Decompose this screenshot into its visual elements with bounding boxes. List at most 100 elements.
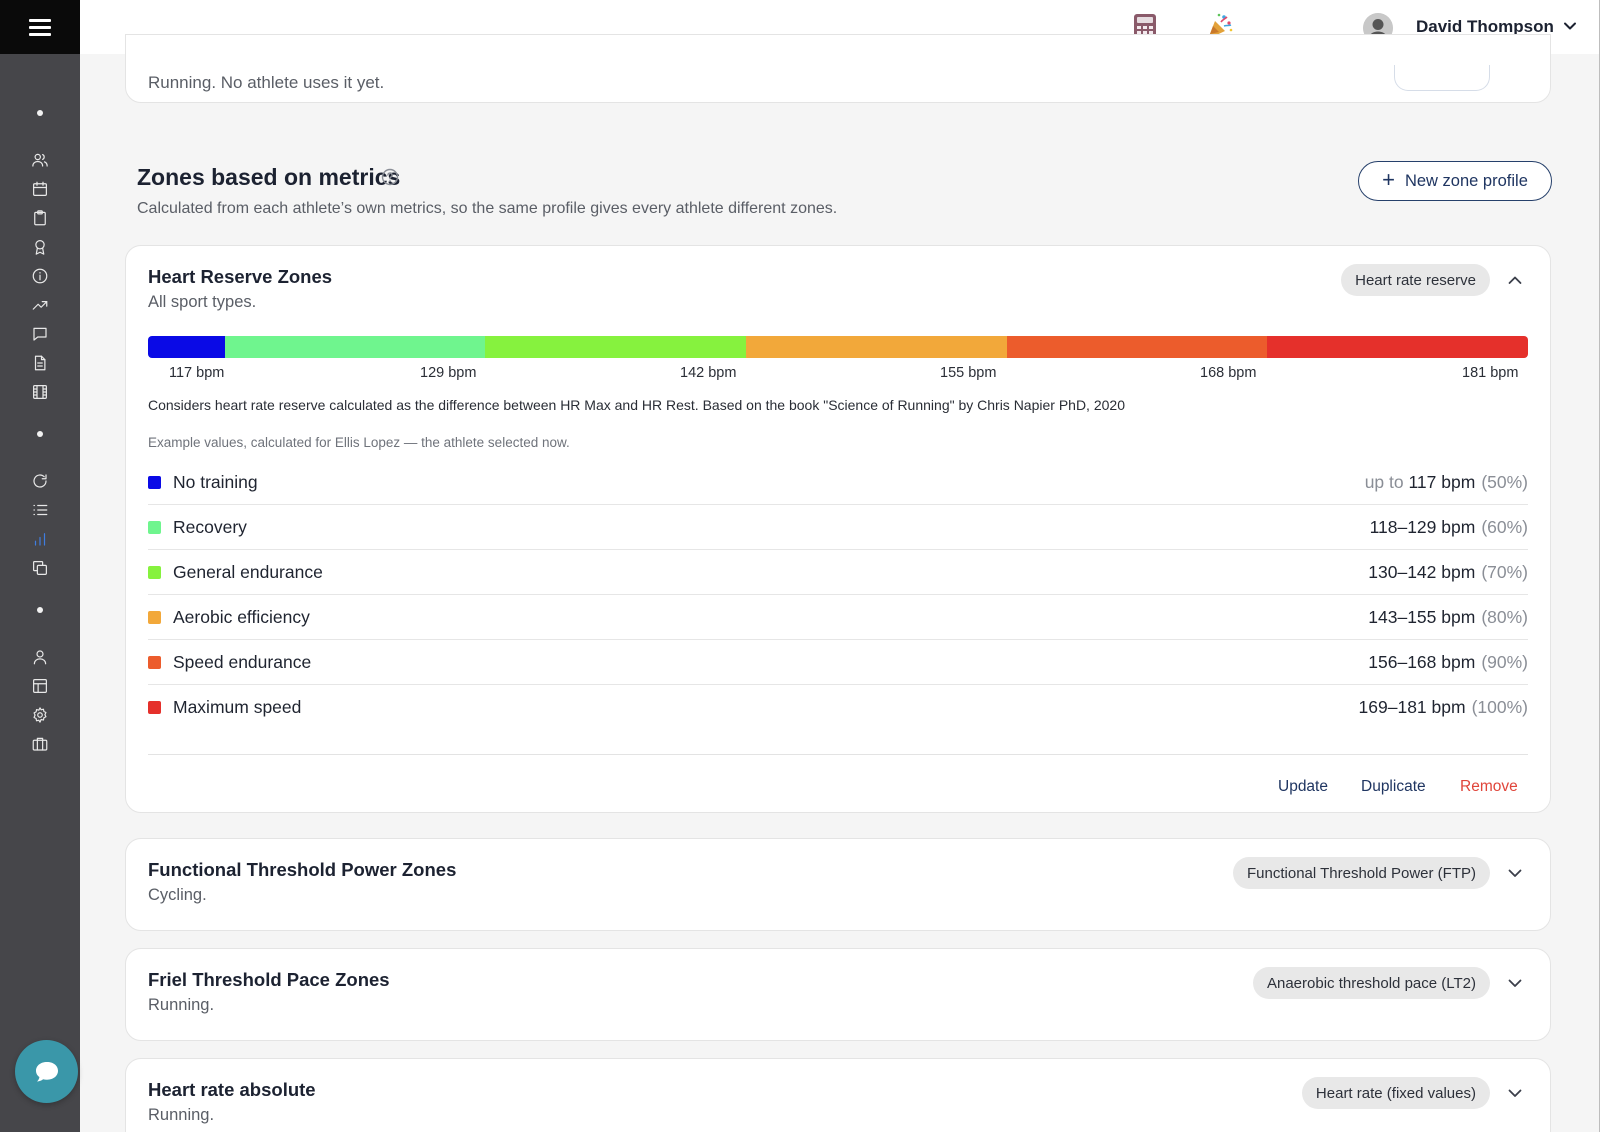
zone-bar-segment bbox=[746, 336, 1007, 358]
zone-color-swatch bbox=[148, 701, 161, 714]
plus-icon: + bbox=[1382, 167, 1395, 192]
document-icon[interactable] bbox=[29, 352, 51, 374]
sidebar-group-dot bbox=[37, 431, 43, 437]
metric-badge: Heart rate (fixed values) bbox=[1301, 1077, 1490, 1109]
previous-zone-card: Running. No athlete uses it yet. bbox=[125, 34, 1551, 103]
chevron-down-icon[interactable] bbox=[1562, 18, 1578, 34]
card-title: Functional Threshold Power Zones bbox=[148, 859, 457, 880]
zone-bar-segment bbox=[485, 336, 747, 358]
card-title: Heart rate absolute bbox=[148, 1079, 316, 1100]
zone-range: 117 bpm bbox=[1408, 471, 1476, 492]
chat-bubble-icon bbox=[35, 1061, 58, 1081]
section-title: Zones based on metrics bbox=[137, 164, 401, 190]
zone-range: 130–142 bpm bbox=[1368, 561, 1476, 582]
sidebar-group-dot bbox=[37, 607, 43, 613]
zone-value: 130–142 bpm (70%) bbox=[1368, 562, 1528, 583]
message-icon[interactable] bbox=[29, 323, 51, 345]
copy-icon[interactable] bbox=[29, 557, 51, 579]
main-content: Running. No athlete uses it yet. Zones b… bbox=[80, 34, 1599, 1132]
metric-badge: Functional Threshold Power (FTP) bbox=[1233, 857, 1490, 889]
award-icon[interactable] bbox=[29, 236, 51, 258]
zone-value-prefix: up to bbox=[1364, 471, 1409, 492]
new-zone-profile-button[interactable]: + New zone profile bbox=[1358, 161, 1552, 201]
sidebar bbox=[0, 0, 80, 1132]
zone-value: 169–181 bpm (100%) bbox=[1359, 697, 1528, 718]
card-title[interactable]: Heart Reserve Zones bbox=[148, 266, 332, 288]
zone-percent: (70%) bbox=[1481, 561, 1528, 582]
zone-tick-label: 129 bpm bbox=[420, 365, 477, 381]
zone-value: 143–155 bpm (80%) bbox=[1368, 607, 1528, 628]
card-subtitle: Cycling. bbox=[148, 886, 207, 904]
section-subtitle: Calculated from each athlete’s own metri… bbox=[137, 200, 838, 217]
zone-row: Speed endurance 156–168 bpm (90%) bbox=[148, 640, 1528, 685]
info-icon[interactable] bbox=[29, 265, 51, 287]
chevron-down-icon[interactable] bbox=[1506, 1084, 1524, 1102]
chevron-up-icon[interactable] bbox=[1506, 271, 1524, 289]
app-window: David Thompson EN Running. No athlete us… bbox=[0, 0, 1600, 1132]
zone-range: 156–168 bpm bbox=[1368, 651, 1476, 672]
menu-button[interactable] bbox=[0, 0, 80, 54]
zone-profile-card-friel[interactable]: Friel Threshold Pace Zones Running. Anae… bbox=[125, 948, 1551, 1041]
zone-tick-label: 117 bpm bbox=[169, 365, 225, 381]
card-button-partial[interactable] bbox=[1394, 65, 1490, 91]
chevron-down-icon[interactable] bbox=[1506, 864, 1524, 882]
update-button[interactable]: Update bbox=[1278, 778, 1328, 796]
list-icon[interactable] bbox=[29, 499, 51, 521]
zone-profile-card-heart-reserve: Heart Reserve Zones All sport types. Hea… bbox=[125, 245, 1551, 813]
divider bbox=[148, 754, 1528, 755]
zone-name: Aerobic efficiency bbox=[173, 606, 310, 627]
chevron-down-icon[interactable] bbox=[1506, 974, 1524, 992]
card-subtitle: Running. bbox=[148, 996, 215, 1014]
film-icon[interactable] bbox=[29, 381, 51, 403]
zone-row: General endurance 130–142 bpm (70%) bbox=[148, 550, 1528, 595]
metric-badge: Heart rate reserve bbox=[1341, 264, 1490, 296]
trending-up-icon[interactable] bbox=[29, 294, 51, 316]
zone-tick-label: 168 bpm bbox=[1200, 365, 1257, 381]
duplicate-button[interactable]: Duplicate bbox=[1361, 778, 1426, 796]
zone-percent: (60%) bbox=[1481, 516, 1528, 537]
refresh-icon[interactable] bbox=[29, 470, 51, 492]
zone-name: General endurance bbox=[173, 561, 323, 582]
zone-range: 143–155 bpm bbox=[1368, 606, 1476, 627]
help-icon[interactable] bbox=[381, 168, 399, 186]
hamburger-icon bbox=[29, 19, 51, 36]
zone-color-bar bbox=[148, 336, 1528, 358]
zone-color-swatch bbox=[148, 520, 161, 534]
zone-bar-segment bbox=[1267, 336, 1528, 358]
zone-range: 118–129 bpm bbox=[1369, 516, 1476, 537]
zone-bar-segment bbox=[1006, 336, 1268, 358]
zone-value: up to 117 bpm (50%) bbox=[1365, 472, 1528, 493]
zone-bar-segment bbox=[148, 336, 225, 358]
zone-tick-label: 155 bpm bbox=[940, 365, 997, 381]
zone-profile-card-hr-absolute[interactable]: Heart rate absolute Running. Heart rate … bbox=[125, 1058, 1551, 1132]
user-icon[interactable] bbox=[29, 646, 51, 668]
new-zone-profile-label: New zone profile bbox=[1404, 171, 1528, 190]
metric-badge: Anaerobic threshold pace (LT2) bbox=[1252, 967, 1490, 999]
briefcase-icon[interactable] bbox=[29, 733, 51, 755]
clipboard-icon[interactable] bbox=[29, 207, 51, 229]
zone-percent: (100%) bbox=[1471, 697, 1528, 717]
users-icon[interactable] bbox=[29, 149, 51, 171]
zone-row: Recovery 118–129 bpm (60%) bbox=[148, 505, 1528, 550]
zone-profile-card-ftp[interactable]: Functional Threshold Power Zones Cycling… bbox=[125, 838, 1551, 931]
zone-value: 156–168 bpm (90%) bbox=[1368, 652, 1528, 673]
zone-bar-segment bbox=[224, 336, 486, 358]
zone-tick-label: 142 bpm bbox=[680, 365, 737, 381]
example-note: Example values, calculated for Ellis Lop… bbox=[148, 435, 570, 450]
zone-row: Maximum speed 169–181 bpm (100%) bbox=[148, 685, 1528, 730]
zone-color-swatch bbox=[148, 655, 161, 669]
zone-tick-label: 181 bpm bbox=[1462, 365, 1519, 381]
zone-percent: (90%) bbox=[1481, 651, 1528, 672]
zone-name: No training bbox=[173, 471, 258, 492]
zone-list: No training up to 117 bpm (50%) Recovery 118… bbox=[148, 460, 1528, 730]
zone-percent: (50%) bbox=[1481, 471, 1528, 492]
calendar-icon[interactable] bbox=[29, 178, 51, 200]
zone-percent: (80%) bbox=[1481, 606, 1528, 627]
zone-name: Recovery bbox=[173, 516, 247, 537]
layout-icon[interactable] bbox=[29, 675, 51, 697]
gear-icon[interactable] bbox=[29, 704, 51, 726]
chat-button[interactable] bbox=[15, 1040, 78, 1103]
remove-button[interactable]: Remove bbox=[1460, 778, 1518, 796]
zone-row: No training up to 117 bpm (50%) bbox=[148, 460, 1528, 505]
bar-chart-icon[interactable] bbox=[29, 528, 51, 550]
